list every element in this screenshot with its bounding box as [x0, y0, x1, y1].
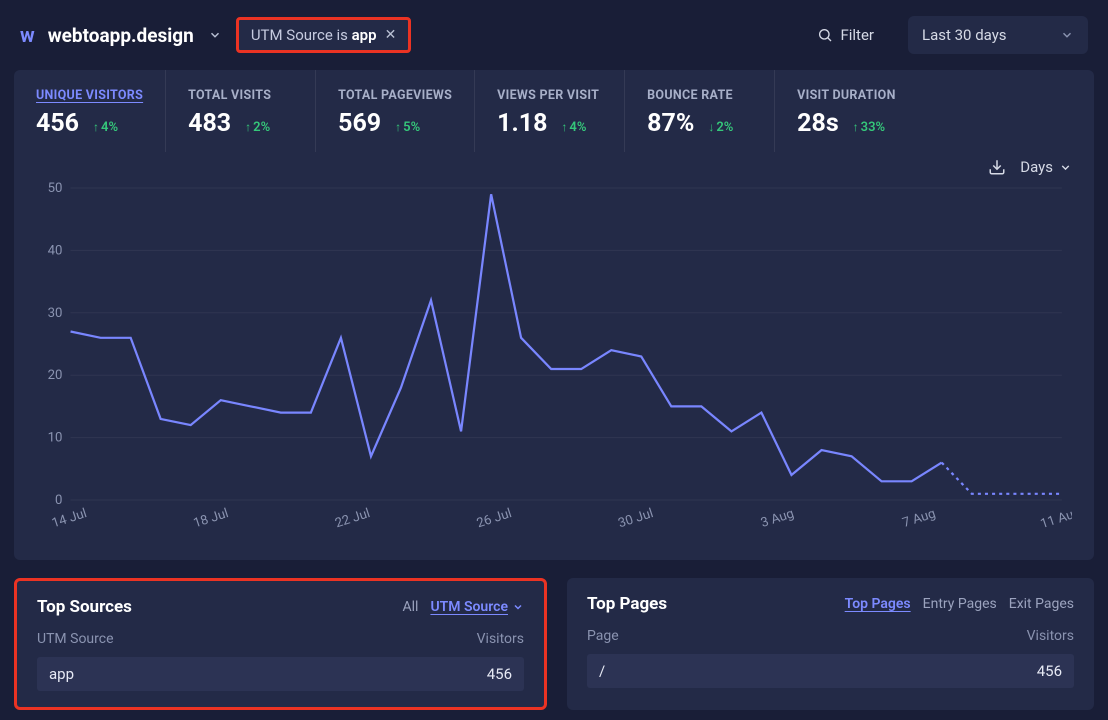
granularity-button[interactable]: Days	[1020, 158, 1072, 176]
svg-text:30: 30	[48, 306, 63, 321]
table-row[interactable]: / 456	[587, 654, 1074, 688]
site-selector-name[interactable]: webtoapp.design	[48, 24, 194, 47]
chevron-down-icon[interactable]	[208, 28, 222, 42]
stat-value: 456	[36, 109, 79, 138]
top-pages-panel: Top Pages Top Pages Entry Pages Exit Pag…	[567, 578, 1094, 710]
panel-title: Top Sources	[37, 597, 132, 617]
col-right: Visitors	[477, 631, 524, 647]
stat-value: 483	[188, 109, 231, 138]
stat-change: 5%	[395, 120, 420, 135]
close-icon[interactable]: ✕	[385, 27, 397, 43]
column-headers: Page Visitors	[587, 628, 1074, 644]
active-filter-chip[interactable]: UTM Source is app ✕	[236, 17, 411, 53]
svg-text:20: 20	[48, 368, 63, 383]
chart-area: 0 10 20 30 40 50 14 Jul 18 Jul 22 Jul 26 Jul 30 Ju…	[14, 176, 1094, 542]
svg-text:50: 50	[48, 182, 63, 196]
header-bar: w webtoapp.design UTM Source is app ✕ Fi…	[0, 0, 1108, 70]
top-sources-panel: Top Sources All UTM Source UTM Source Vi…	[14, 578, 547, 710]
stat-pv[interactable]: TOTAL PAGEVIEWS 569 5%	[315, 70, 474, 152]
stat-label: VIEWS PER VISIT	[497, 88, 602, 103]
stat-label: BOUNCE RATE	[647, 88, 752, 103]
granularity-label: Days	[1020, 158, 1053, 176]
chart-controls: Days	[14, 152, 1094, 176]
line-chart: 0 10 20 30 40 50 14 Jul 18 Jul 22 Jul 26 Jul 30 Ju…	[36, 182, 1072, 542]
stat-label: UNIQUE VISITORS	[36, 88, 143, 103]
column-headers: UTM Source Visitors	[37, 631, 524, 647]
svg-text:3 Aug: 3 Aug	[759, 506, 796, 530]
stat-unique[interactable]: UNIQUE VISITORS 456 4%	[14, 70, 165, 152]
tab-entry-pages[interactable]: Entry Pages	[923, 596, 997, 612]
filter-chip-text: UTM Source is app	[251, 26, 377, 44]
stat-value: 87%	[647, 109, 694, 138]
svg-text:40: 40	[48, 243, 63, 258]
stat-visits[interactable]: TOTAL VISITS 483 2%	[165, 70, 315, 152]
stat-label: TOTAL VISITS	[188, 88, 293, 103]
row-label: app	[49, 665, 74, 683]
filter-button-label: Filter	[840, 26, 874, 44]
table-row[interactable]: app 456	[37, 657, 524, 691]
search-icon	[817, 27, 833, 43]
svg-text:30 Jul: 30 Jul	[617, 506, 656, 531]
col-right: Visitors	[1027, 628, 1074, 644]
period-label: Last 30 days	[922, 26, 1007, 44]
row-value: 456	[487, 665, 512, 683]
stat-value: 569	[338, 109, 381, 138]
stat-value: 28s	[797, 109, 839, 138]
svg-text:11 Aug: 11 Aug	[1039, 505, 1072, 532]
row-label: /	[599, 662, 605, 680]
row-value: 456	[1037, 662, 1062, 680]
col-left: Page	[587, 628, 619, 644]
bottom-panels-row: Top Sources All UTM Source UTM Source Vi…	[0, 578, 1108, 710]
svg-text:14 Jul: 14 Jul	[50, 506, 89, 531]
stat-label: TOTAL PAGEVIEWS	[338, 88, 452, 103]
chevron-down-icon	[512, 601, 524, 613]
svg-text:10: 10	[48, 431, 63, 446]
period-selector[interactable]: Last 30 days	[908, 16, 1088, 54]
col-left: UTM Source	[37, 631, 114, 647]
stat-value: 1.18	[497, 109, 547, 138]
stat-dur[interactable]: VISIT DURATION 28s 33%	[774, 70, 924, 152]
panel-title: Top Pages	[587, 594, 667, 614]
svg-text:26 Jul: 26 Jul	[475, 506, 514, 531]
tab-utm-source[interactable]: UTM Source	[430, 599, 524, 615]
stat-change: 2%	[245, 120, 270, 135]
stat-bounce[interactable]: BOUNCE RATE 87% 2%	[624, 70, 774, 152]
svg-text:18 Jul: 18 Jul	[192, 506, 231, 531]
svg-text:22 Jul: 22 Jul	[333, 506, 372, 531]
stat-change: 4%	[561, 120, 586, 135]
stat-vpv[interactable]: VIEWS PER VISIT 1.18 4%	[474, 70, 624, 152]
chevron-down-icon	[1059, 161, 1072, 174]
tab-all[interactable]: All	[402, 599, 418, 615]
tab-top-pages[interactable]: Top Pages	[845, 596, 911, 612]
filter-button[interactable]: Filter	[817, 26, 874, 44]
tab-exit-pages[interactable]: Exit Pages	[1009, 596, 1074, 612]
main-chart-panel: UNIQUE VISITORS 456 4% TOTAL VISITS 483 …	[14, 70, 1094, 560]
stat-change: 2%	[708, 120, 733, 135]
stat-change: 4%	[93, 120, 118, 135]
chevron-down-icon	[1060, 28, 1074, 42]
svg-text:7 Aug: 7 Aug	[901, 506, 938, 530]
svg-text:0: 0	[55, 493, 62, 508]
stat-label: VISIT DURATION	[797, 88, 902, 103]
stat-change: 33%	[853, 120, 885, 135]
download-icon[interactable]	[988, 158, 1006, 176]
app-logo: w	[20, 23, 34, 47]
stats-row: UNIQUE VISITORS 456 4% TOTAL VISITS 483 …	[14, 70, 1094, 152]
